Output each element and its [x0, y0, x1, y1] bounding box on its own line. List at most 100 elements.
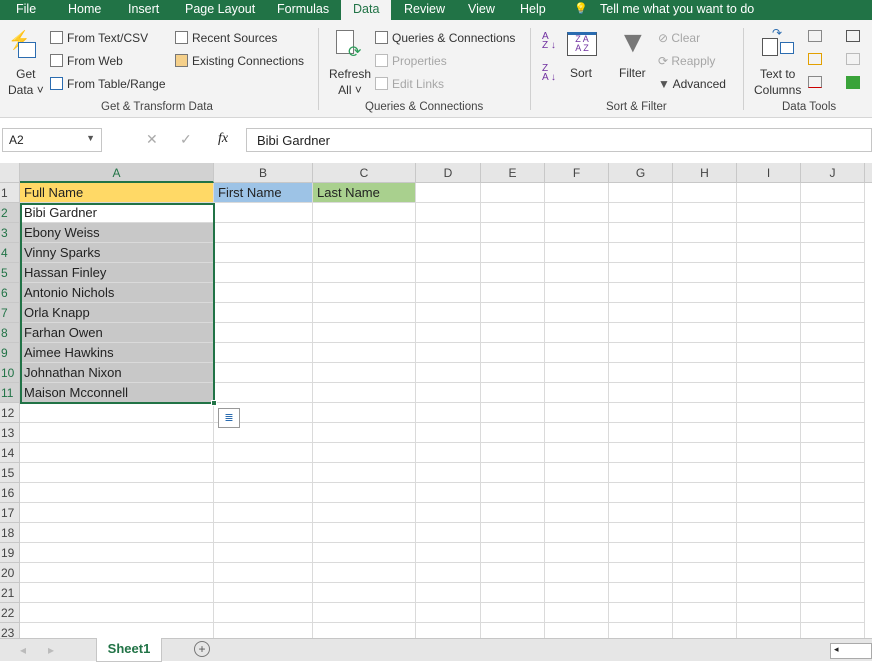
tab-help[interactable]: Help	[520, 2, 546, 16]
cell[interactable]	[737, 243, 801, 263]
cell[interactable]	[545, 283, 609, 303]
cell[interactable]	[313, 343, 416, 363]
cell[interactable]	[313, 563, 416, 583]
cell[interactable]	[673, 503, 737, 523]
cell[interactable]	[673, 603, 737, 623]
cell[interactable]	[481, 543, 545, 563]
cell[interactable]	[416, 283, 481, 303]
cell[interactable]	[545, 483, 609, 503]
cell[interactable]	[609, 283, 673, 303]
cell[interactable]	[673, 323, 737, 343]
cell[interactable]	[801, 303, 865, 323]
get-data-button[interactable]: GetData ˅	[8, 66, 44, 98]
cell[interactable]	[313, 363, 416, 383]
cell[interactable]	[214, 603, 313, 623]
from-text-csv-button[interactable]: From Text/CSV	[50, 31, 148, 45]
row-header[interactable]: 20	[0, 563, 20, 583]
name-box[interactable]: A2▼	[2, 128, 102, 152]
cell[interactable]	[481, 603, 545, 623]
cell[interactable]	[545, 503, 609, 523]
manage-data-model-icon[interactable]	[846, 76, 860, 89]
enter-icon[interactable]: ✓	[180, 131, 192, 148]
cell[interactable]	[214, 263, 313, 283]
cell[interactable]	[545, 343, 609, 363]
name-cell[interactable]: Aimee Hawkins	[20, 343, 214, 363]
row-header[interactable]: 4	[0, 243, 20, 263]
cell[interactable]	[481, 463, 545, 483]
cell[interactable]	[313, 623, 416, 638]
cell[interactable]	[416, 503, 481, 523]
horizontal-scrollbar[interactable]: ◂	[830, 643, 872, 659]
row-header[interactable]: 9	[0, 343, 20, 363]
cell[interactable]	[416, 223, 481, 243]
scroll-right-sheets-icon[interactable]: ▸	[48, 643, 54, 657]
cell[interactable]	[214, 623, 313, 638]
cell[interactable]	[313, 523, 416, 543]
cell[interactable]	[737, 543, 801, 563]
add-sheet-button[interactable]: +	[194, 641, 210, 657]
text-to-columns-button[interactable]: Text toColumns	[754, 66, 801, 98]
column-header-a[interactable]: A	[20, 163, 214, 183]
cell[interactable]	[545, 403, 609, 423]
cell[interactable]	[481, 203, 545, 223]
cell[interactable]	[416, 563, 481, 583]
cell[interactable]	[545, 323, 609, 343]
cell[interactable]	[737, 463, 801, 483]
column-header-d[interactable]: D	[416, 163, 481, 183]
cell[interactable]	[737, 623, 801, 638]
cell[interactable]	[481, 323, 545, 343]
cell[interactable]	[673, 563, 737, 583]
cell[interactable]	[313, 583, 416, 603]
filter-button[interactable]: Filter	[619, 66, 646, 80]
cell[interactable]	[801, 463, 865, 483]
cell[interactable]	[801, 403, 865, 423]
row-header[interactable]: 5	[0, 263, 20, 283]
cell[interactable]	[737, 203, 801, 223]
cell[interactable]	[609, 463, 673, 483]
from-table-range-button[interactable]: From Table/Range	[50, 77, 166, 91]
cell[interactable]	[609, 363, 673, 383]
cell[interactable]	[481, 403, 545, 423]
cell[interactable]	[313, 223, 416, 243]
cell[interactable]	[609, 483, 673, 503]
cell[interactable]	[609, 603, 673, 623]
cell[interactable]	[737, 363, 801, 383]
flash-fill-icon[interactable]	[808, 30, 822, 42]
cell[interactable]	[545, 523, 609, 543]
sort-z-a-button[interactable]: ZA ↓	[542, 64, 556, 82]
cell[interactable]	[214, 503, 313, 523]
cell[interactable]	[545, 383, 609, 403]
cell[interactable]	[673, 583, 737, 603]
header-cell[interactable]: Last Name	[313, 183, 416, 203]
cell[interactable]	[801, 583, 865, 603]
cell[interactable]	[801, 263, 865, 283]
cell[interactable]	[20, 403, 214, 423]
cell[interactable]	[313, 383, 416, 403]
row-header[interactable]: 1	[0, 183, 20, 203]
row-header[interactable]: 13	[0, 423, 20, 443]
tab-insert[interactable]: Insert	[128, 2, 159, 16]
cell[interactable]	[545, 223, 609, 243]
name-cell[interactable]: Bibi Gardner	[20, 203, 214, 223]
cell[interactable]	[214, 283, 313, 303]
cell[interactable]	[737, 183, 801, 203]
cell[interactable]	[20, 523, 214, 543]
cell[interactable]	[214, 583, 313, 603]
cell[interactable]	[801, 503, 865, 523]
cell[interactable]	[416, 443, 481, 463]
insert-function-button[interactable]: fx	[218, 131, 228, 147]
column-header-i[interactable]: I	[737, 163, 801, 183]
cell[interactable]	[545, 603, 609, 623]
cell[interactable]	[609, 423, 673, 443]
reapply-button[interactable]: ⟳ Reapply	[658, 54, 715, 68]
header-cell[interactable]: Full Name	[20, 183, 214, 203]
cell[interactable]	[214, 323, 313, 343]
cell[interactable]	[673, 483, 737, 503]
tab-view[interactable]: View	[468, 2, 495, 16]
cell[interactable]	[416, 603, 481, 623]
cell[interactable]	[609, 443, 673, 463]
sort-button[interactable]: Sort	[570, 66, 592, 80]
cancel-icon[interactable]: ✕	[146, 131, 158, 148]
cell[interactable]	[214, 383, 313, 403]
cell[interactable]	[214, 523, 313, 543]
